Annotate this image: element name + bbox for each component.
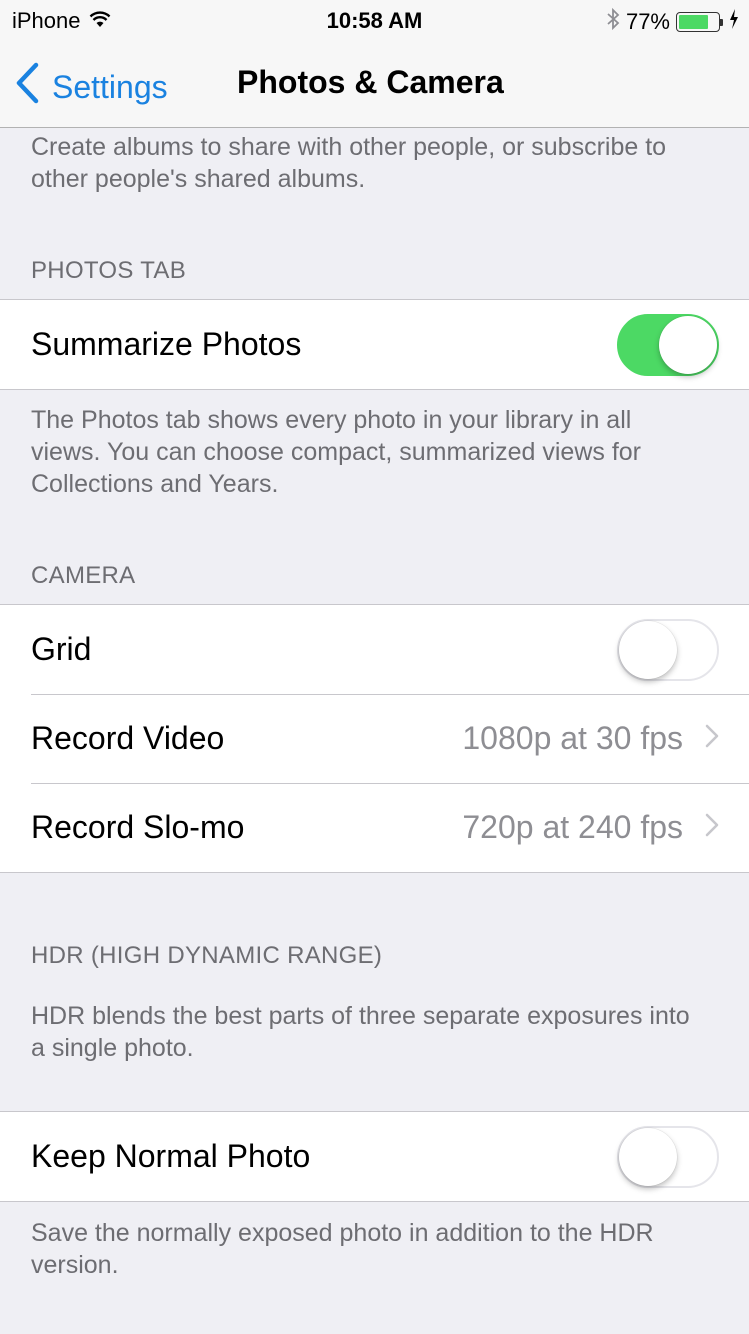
- chevron-right-icon: [705, 724, 719, 753]
- section-header-hdr: HDR (HIGH DYNAMIC RANGE): [31, 942, 383, 969]
- record-slomo-value: 720p at 240 fps: [462, 809, 683, 845]
- toggle-knob: [619, 1127, 677, 1186]
- battery-nub: [720, 18, 723, 26]
- summarize-photos-toggle[interactable]: [617, 313, 719, 376]
- grid-label: Grid: [31, 631, 92, 667]
- shared-albums-footer: Create albums to share with other people…: [31, 133, 667, 193]
- keep-normal-photo-toggle[interactable]: [617, 1125, 719, 1188]
- status-right: 77%: [606, 7, 739, 37]
- battery-body: [676, 12, 720, 32]
- record-slomo-label: Record Slo-mo: [31, 809, 245, 845]
- status-bar: iPhone 10:58 AM 77%: [0, 0, 749, 40]
- record-video-label: Record Video: [31, 720, 225, 756]
- grid-cell: Grid: [0, 605, 749, 694]
- record-video-value: 1080p at 30 fps: [462, 720, 683, 756]
- section-header-camera: CAMERA: [31, 562, 136, 589]
- bluetooth-icon: [606, 7, 620, 37]
- summarize-photos-label: Summarize Photos: [31, 326, 302, 362]
- record-slomo-cell[interactable]: Record Slo-mo 720p at 240 fps: [0, 783, 749, 872]
- hdr-description: HDR blends the best parts of three separ…: [31, 1002, 690, 1062]
- record-video-cell[interactable]: Record Video 1080p at 30 fps: [0, 694, 749, 783]
- battery-fill: [679, 15, 709, 29]
- photos-tab-footer: The Photos tab shows every photo in your…: [31, 406, 641, 498]
- toggle-knob: [619, 620, 677, 679]
- keep-normal-photo-label: Keep Normal Photo: [31, 1138, 311, 1174]
- battery-icon: [676, 12, 723, 32]
- hdr-group: Keep Normal Photo: [0, 1111, 749, 1202]
- charging-bolt-icon: [729, 9, 739, 35]
- keep-normal-photo-cell: Keep Normal Photo: [0, 1112, 749, 1201]
- back-button[interactable]: Settings: [14, 62, 168, 112]
- toggle-knob: [659, 315, 717, 374]
- camera-group: Grid Record Video 1080p at 30 fps Record…: [0, 604, 749, 873]
- photos-tab-group: Summarize Photos: [0, 299, 749, 390]
- summarize-photos-cell: Summarize Photos: [0, 300, 749, 389]
- grid-toggle[interactable]: [617, 618, 719, 681]
- hdr-footer: Save the normally exposed photo in addit…: [31, 1219, 654, 1279]
- chevron-right-icon: [705, 813, 719, 842]
- page-title: Photos & Camera: [237, 64, 504, 100]
- battery-percent: 77%: [625, 9, 670, 34]
- chevron-left-icon: [14, 62, 52, 112]
- back-button-label: Settings: [52, 68, 168, 105]
- navigation-bar: Settings Photos & Camera: [0, 40, 749, 128]
- section-header-photos-tab: PHOTOS TAB: [31, 257, 187, 284]
